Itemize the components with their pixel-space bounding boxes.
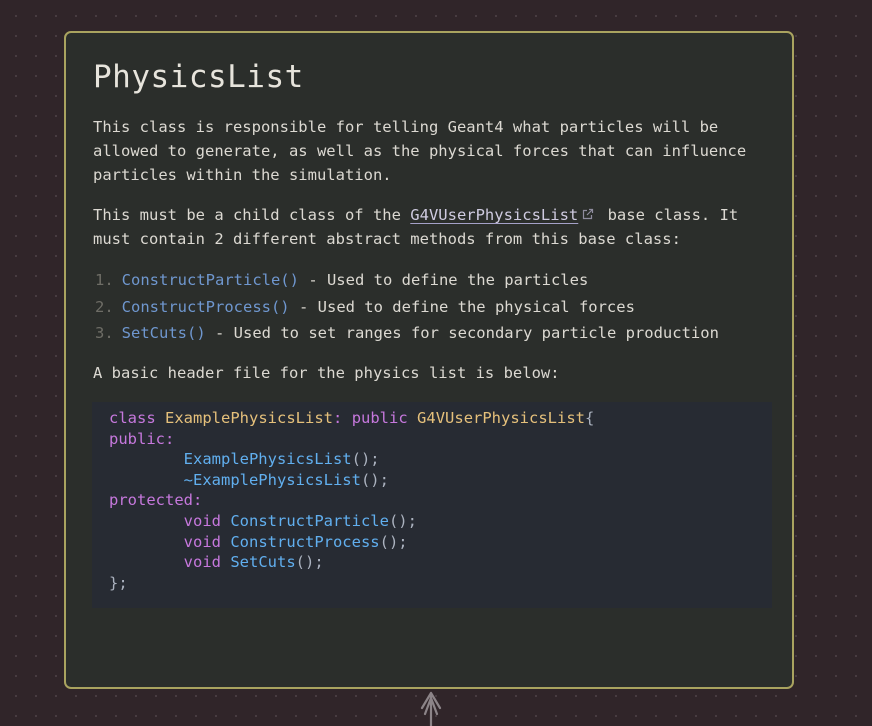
code-keyword: void xyxy=(183,511,221,530)
method-name: SetCuts() xyxy=(121,324,206,342)
method-description: - Used to set ranges for secondary parti… xyxy=(205,324,719,342)
code-keyword: public xyxy=(351,409,408,427)
code-base-class: G4VUserPhysicsList xyxy=(417,409,586,427)
header-intro-paragraph: A basic header file for the physics list… xyxy=(93,364,560,382)
code-method: SetCuts xyxy=(230,553,296,572)
code-constructor: ExamplePhysicsList xyxy=(183,450,352,469)
list-number: 3. xyxy=(95,324,114,342)
methods-list: 1. ConstructParticle() - Used to define t… xyxy=(95,267,719,347)
code-keyword: public xyxy=(109,429,165,448)
code-destructor: ~ExamplePhysicsList xyxy=(183,470,361,489)
method-name: ConstructProcess() xyxy=(121,297,290,316)
external-link-icon[interactable] xyxy=(581,208,594,221)
code-method: ConstructProcess xyxy=(230,532,380,551)
list-item: 2. ConstructProcess() - Used to define th… xyxy=(95,294,719,321)
code-punct: : xyxy=(333,409,343,427)
list-item: 1. ConstructParticle() - Used to define t… xyxy=(95,267,719,294)
code-punct: { xyxy=(585,409,595,427)
code-keyword: void xyxy=(183,532,221,551)
list-number: 1. xyxy=(95,271,114,289)
base-class-paragraph: This must be a child class of the G4VUse… xyxy=(93,203,783,251)
method-name: ConstructParticle() xyxy=(121,271,299,289)
list-item: 3. SetCuts() - Used to set ranges for sec… xyxy=(95,320,719,347)
physics-list-card[interactable]: PhysicsList This class is responsible fo… xyxy=(64,31,794,689)
code-block[interactable]: class ExamplePhysicsList: public G4VUser… xyxy=(92,402,772,608)
method-description: - Used to define the physical forces xyxy=(289,297,635,316)
code-keyword: void xyxy=(183,553,221,572)
connector-arrow-icon xyxy=(420,691,442,726)
description-paragraph: This class is responsible for telling Ge… xyxy=(93,118,747,184)
code-keyword: protected xyxy=(109,491,193,510)
code-punct: }; xyxy=(109,573,128,592)
base-class-link[interactable]: G4VUserPhysicsList xyxy=(410,206,578,224)
code-keyword: class xyxy=(109,409,156,427)
card-title: PhysicsList xyxy=(93,59,304,95)
code-class-name: ExamplePhysicsList xyxy=(165,409,333,427)
paragraph-text: This must be a child class of the xyxy=(93,206,411,224)
method-description: - Used to define the particles xyxy=(298,271,589,289)
code-method: ConstructParticle xyxy=(230,511,389,530)
list-number: 2. xyxy=(95,297,114,316)
